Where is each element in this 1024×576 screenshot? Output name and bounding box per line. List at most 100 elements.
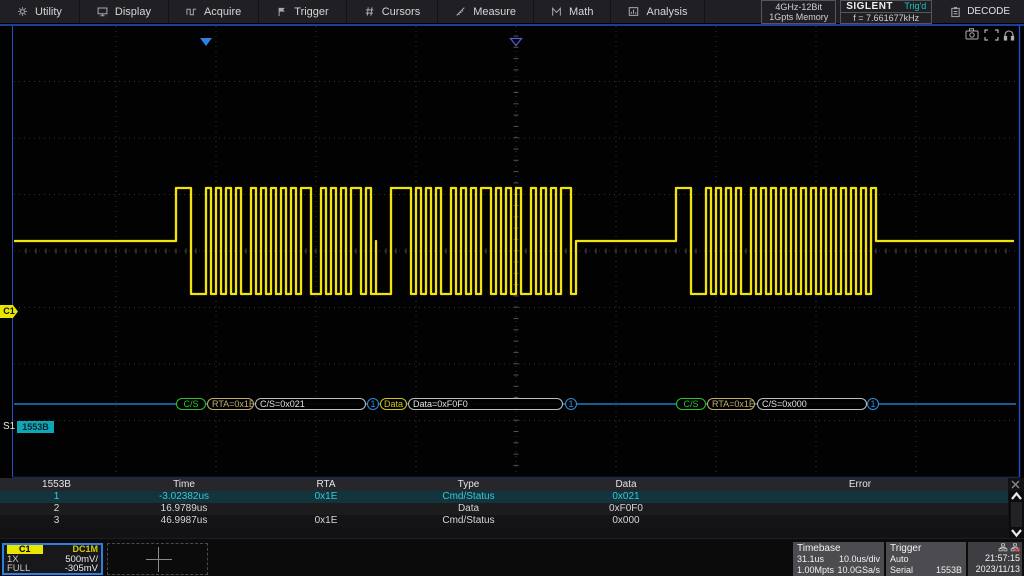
trigger-title: Trigger <box>890 543 962 554</box>
table-cell <box>255 503 397 515</box>
col-header-error: Error <box>712 478 1008 491</box>
menu-item-label: Trigger <box>294 6 328 18</box>
cursors-icon <box>364 6 375 17</box>
menu-item-label: Measure <box>473 6 516 18</box>
trigger-position-marker[interactable] <box>200 38 212 46</box>
table-cell: 2 <box>0 503 113 515</box>
table-cell: 0x000 <box>540 515 712 527</box>
decode-field-bubble: RTA=0x1E <box>707 398 755 410</box>
decode-field-bubble: Data=0xF0F0 <box>408 398 563 410</box>
serial-bus-label: S1 <box>3 421 15 432</box>
datetime-panel[interactable]: 21:57:15 2023/11/13 <box>968 542 1022 576</box>
analysis-icon <box>628 6 639 17</box>
lan-icon <box>998 543 1008 552</box>
display-icon <box>97 6 108 17</box>
menu-item-display[interactable]: Display <box>80 0 169 23</box>
decode-field-bubble: RTA=0x1E <box>207 398 254 410</box>
channel1-badge: C1 <box>7 545 43 554</box>
decode-frame-index-badge: 1 <box>565 398 577 410</box>
menu-item-analysis[interactable]: Analysis <box>611 0 705 23</box>
clock-date: 2023/11/13 <box>970 564 1020 575</box>
table-cell: 46.9987us <box>113 515 255 527</box>
menu-item-label: Display <box>115 6 151 18</box>
table-body: 1-3.02382us0x1ECmd/Status0x021216.9789us… <box>0 491 1024 527</box>
menu-item-label: Math <box>569 6 593 18</box>
table-cell: 0x1E <box>255 491 397 503</box>
brand-logo: SIGLENT <box>846 1 893 12</box>
timebase-panel[interactable]: Timebase 31.1us 10.0us/div 1.00Mpts 10.0… <box>793 542 884 576</box>
plus-icon <box>146 559 172 560</box>
plus-icon <box>158 547 159 572</box>
table-cell: 0xF0F0 <box>540 503 712 515</box>
menu-item-cursors[interactable]: Cursors <box>347 0 439 23</box>
measure-icon <box>455 6 466 17</box>
decode-result-table: 1553B Time RTA Type Data Error 1-3.02382… <box>0 478 1024 538</box>
math-icon <box>551 6 562 17</box>
acquire-icon <box>186 6 197 17</box>
add-channel-slot[interactable] <box>107 543 208 575</box>
trigger-type: Serial <box>890 565 913 576</box>
memory-label: 1Gpts Memory <box>769 12 828 22</box>
scroll-up-icon[interactable] <box>1010 491 1023 501</box>
decode-button-label: DECODE <box>967 6 1010 17</box>
brand-trigger-box: SIGLENT Trig'd f = 7.661677kHz <box>840 0 932 24</box>
decode-table-row[interactable]: 1-3.02382us0x1ECmd/Status0x021 <box>0 491 1008 503</box>
channel1-waveform <box>14 188 1014 294</box>
serial-bus-type-chip[interactable]: 1553B <box>17 421 54 433</box>
channel1-settings-box[interactable]: C1 DC1M 1X 500mV/ FULL -305mV <box>2 543 103 575</box>
table-cell: Data <box>397 503 540 515</box>
clipboard-icon <box>950 6 961 18</box>
timebase-title: Timebase <box>797 543 880 554</box>
decode-field-bubble: C/S=0x021 <box>255 398 366 410</box>
channel1-offset: -305mV <box>65 564 98 574</box>
table-scrollbar <box>1009 491 1024 538</box>
scroll-down-icon[interactable] <box>1010 528 1023 538</box>
scrollbar-thumb[interactable] <box>1011 502 1022 527</box>
camera-icon[interactable] <box>966 29 978 39</box>
trigger-bus: 1553B <box>936 565 962 576</box>
table-cell: Cmd/Status <box>397 515 540 527</box>
decode-field-bubble: C/S <box>176 398 206 410</box>
menu-item-label: Analysis <box>646 6 687 18</box>
status-cluster: 4GHz-12Bit 1Gpts Memory SIGLENT Trig'd f… <box>761 0 1024 23</box>
trigger-panel[interactable]: Trigger Auto Serial 1553B <box>886 542 966 576</box>
col-header-rta: RTA <box>255 478 397 491</box>
table-close-button[interactable] <box>1008 478 1023 491</box>
fullscreen-icon[interactable] <box>985 30 998 40</box>
sample-rate: 10.0GSa/s <box>837 565 880 576</box>
table-cell: 16.9789us <box>113 503 255 515</box>
table-cell <box>712 515 1008 527</box>
decode-table-row[interactable]: 216.9789us Data0xF0F0 <box>0 503 1008 515</box>
table-cell <box>712 491 1008 503</box>
lan-disconnected-icon <box>1010 543 1020 552</box>
acquire-points: 1.00Mpts <box>797 565 834 576</box>
decode-table-row[interactable]: 346.9987us0x1ECmd/Status0x000 <box>0 515 1008 527</box>
decode-frame-index-badge: 1 <box>867 398 879 410</box>
waveform-display[interactable]: C1 S1 1553B C/SRTA=0x1EC/S=0x0211DataDat… <box>0 24 1024 478</box>
decode-field-bubble: Data <box>380 398 407 410</box>
menu-item-label: Utility <box>35 6 62 18</box>
col-header-data: Data <box>540 478 712 491</box>
decode-field-bubble: C/S <box>676 398 706 410</box>
menu-item-math[interactable]: Math <box>534 0 611 23</box>
col-header-bus: 1553B <box>0 478 113 491</box>
menu-item-label: Acquire <box>204 6 241 18</box>
touch-sound-icon[interactable] <box>1004 31 1013 40</box>
table-cell: 0x021 <box>540 491 712 503</box>
trigger-frequency-readout: f = 7.661677kHz <box>841 12 931 23</box>
table-cell: 1 <box>0 491 113 503</box>
menu-item-utility[interactable]: Utility <box>0 0 80 23</box>
decode-frame-index-badge: 1 <box>367 398 379 410</box>
trigger-mode: Auto <box>890 554 909 565</box>
table-cell: -3.02382us <box>113 491 255 503</box>
menu-item-acquire[interactable]: Acquire <box>169 0 259 23</box>
table-cell: 3 <box>0 515 113 527</box>
menu-item-measure[interactable]: Measure <box>438 0 534 23</box>
menu-item-trigger[interactable]: Trigger <box>259 0 346 23</box>
gear-icon <box>17 6 28 17</box>
menu-item-group: Utility Display Acquire Trigger Cursors Measu… <box>0 0 705 23</box>
decode-button[interactable]: DECODE <box>940 0 1024 23</box>
menu-item-label: Cursors <box>382 6 421 18</box>
table-cell: Cmd/Status <box>397 491 540 503</box>
bandwidth-memory-badge: 4GHz-12Bit 1Gpts Memory <box>761 0 836 24</box>
